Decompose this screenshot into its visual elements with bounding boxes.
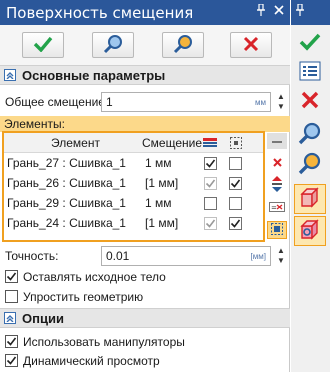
cube-red-icon (299, 186, 321, 212)
spin-down-icon[interactable]: ▼ (276, 102, 286, 112)
close-icon[interactable] (274, 4, 284, 18)
elements-label: Элементы: (4, 117, 65, 131)
magnifier-icon (298, 121, 322, 148)
edit-offset-button[interactable]: = (267, 199, 287, 217)
select-elements-button[interactable] (267, 221, 287, 239)
col-select-icon (230, 137, 242, 152)
row-checkbox-1[interactable] (204, 177, 217, 190)
col-element-header[interactable]: Элемент (51, 136, 100, 150)
section-title: Опции (22, 311, 64, 326)
svg-text:=: = (271, 204, 277, 212)
elements-label-bar: Элементы: (0, 116, 290, 132)
rb-ok-button[interactable] (294, 27, 326, 59)
collapse-icon[interactable] (4, 69, 16, 81)
rb-preview-alt-button[interactable] (294, 148, 326, 180)
table-row[interactable]: Грань_27 : Сшивка_1 1 мм (4, 154, 263, 173)
magnifier-orange-icon (298, 151, 322, 178)
magnifier-icon (103, 34, 123, 57)
table-header: Элемент Смещение (4, 133, 263, 153)
cell-element: Грань_24 : Сшивка_1 (7, 216, 126, 230)
minus-button[interactable] (267, 133, 287, 149)
cube-pink-icon (299, 218, 321, 244)
spin-up-icon[interactable]: ▲ (276, 246, 286, 256)
keep-source-label[interactable]: Оставлять исходное тело (23, 270, 166, 284)
keep-source-checkbox[interactable] (5, 270, 18, 283)
right-toolbar-header (291, 0, 330, 25)
pin-icon[interactable] (256, 3, 266, 19)
cancel-button[interactable] (230, 32, 272, 58)
cell-element: Грань_27 : Сшивка_1 (7, 156, 126, 170)
row-checkbox-2[interactable] (229, 217, 242, 230)
check-icon (33, 36, 53, 55)
table-row[interactable]: Грань_24 : Сшивка_1 [1 мм] (4, 214, 263, 233)
list-icon (299, 61, 321, 84)
main-params-section[interactable]: Основные параметры (0, 65, 290, 85)
collapse-icon[interactable] (4, 312, 16, 324)
cell-offset[interactable]: [1 мм] (145, 216, 178, 230)
offset-surface-panel: Поверхность смещения Основные параметры … (0, 0, 290, 372)
rb-cube-button[interactable] (294, 184, 326, 214)
precision-input[interactable]: 0.01 [мм] (101, 246, 271, 266)
rb-list-button[interactable] (294, 56, 326, 88)
title-bar: Поверхность смещения (0, 0, 290, 25)
spin-up-icon[interactable]: ▲ (276, 92, 286, 102)
row-checkbox-1[interactable] (204, 197, 217, 210)
delete-row-button[interactable] (267, 155, 287, 173)
row-checkbox-1[interactable] (204, 217, 217, 230)
col-offset-header[interactable]: Смещение (142, 136, 202, 150)
offset-input[interactable]: 1 мм (101, 92, 271, 112)
table-row[interactable]: Грань_26 : Сшивка_1 [1 мм] (4, 174, 263, 193)
magnifier-orange-icon (173, 34, 193, 57)
dynamic-preview-label[interactable]: Динамический просмотр (23, 354, 160, 368)
simplify-label[interactable]: Упростить геометрию (23, 290, 143, 304)
offset-label: Общее смещение: (5, 95, 109, 109)
precision-value: 0.01 (106, 249, 130, 263)
precision-label: Точность: (5, 249, 59, 263)
cross-icon (301, 91, 319, 112)
offset-value: 1 (106, 95, 113, 109)
elements-table[interactable]: Элемент Смещение Грань_27 : Сшивка_1 1 м… (2, 131, 265, 242)
row-checkbox-1[interactable] (204, 157, 217, 170)
spin-down-icon[interactable]: ▼ (276, 256, 286, 266)
rb-preview-button[interactable] (294, 118, 326, 150)
rb-cube-select-button[interactable] (294, 216, 326, 246)
dynamic-preview-checkbox[interactable] (5, 354, 18, 367)
preview-button[interactable] (92, 32, 134, 58)
offset-spinner[interactable]: ▲ ▼ (276, 92, 286, 112)
check-icon (299, 33, 321, 54)
right-toolbar (291, 0, 330, 372)
row-checkbox-2[interactable] (229, 197, 242, 210)
cross-icon (272, 158, 282, 170)
action-toolbar (0, 25, 290, 65)
cell-offset[interactable]: 1 мм (145, 196, 172, 210)
col-list-icon (203, 137, 217, 152)
cell-element: Грань_26 : Сшивка_1 (7, 176, 126, 190)
use-manipulators-checkbox[interactable] (5, 335, 18, 348)
cross-icon (243, 36, 259, 55)
precision-unit: [мм] (250, 252, 266, 261)
simplify-checkbox[interactable] (5, 290, 18, 303)
move-rows-button[interactable] (267, 175, 287, 195)
row-checkbox-2[interactable] (229, 177, 242, 190)
section-title: Основные параметры (22, 68, 166, 83)
select-frame-icon (271, 222, 283, 238)
edit-field-icon: = (269, 201, 285, 215)
preview-alt-button[interactable] (162, 32, 204, 58)
cell-element: Грань_29 : Сшивка_1 (7, 196, 126, 210)
precision-spinner[interactable]: ▲ ▼ (276, 246, 286, 266)
rb-cancel-button[interactable] (294, 85, 326, 117)
offset-unit: мм (255, 98, 266, 107)
window-title: Поверхность смещения (6, 4, 194, 22)
up-down-arrows-icon (271, 175, 283, 195)
options-section[interactable]: Опции (0, 308, 290, 328)
use-manipulators-label[interactable]: Использовать манипуляторы (23, 335, 185, 349)
minus-icon (272, 135, 282, 147)
table-row[interactable]: Грань_29 : Сшивка_1 1 мм (4, 194, 263, 213)
cell-offset[interactable]: 1 мм (145, 156, 172, 170)
pin-icon[interactable] (295, 3, 305, 19)
ok-button[interactable] (22, 32, 64, 58)
cell-offset[interactable]: [1 мм] (145, 176, 178, 190)
row-checkbox-2[interactable] (229, 157, 242, 170)
